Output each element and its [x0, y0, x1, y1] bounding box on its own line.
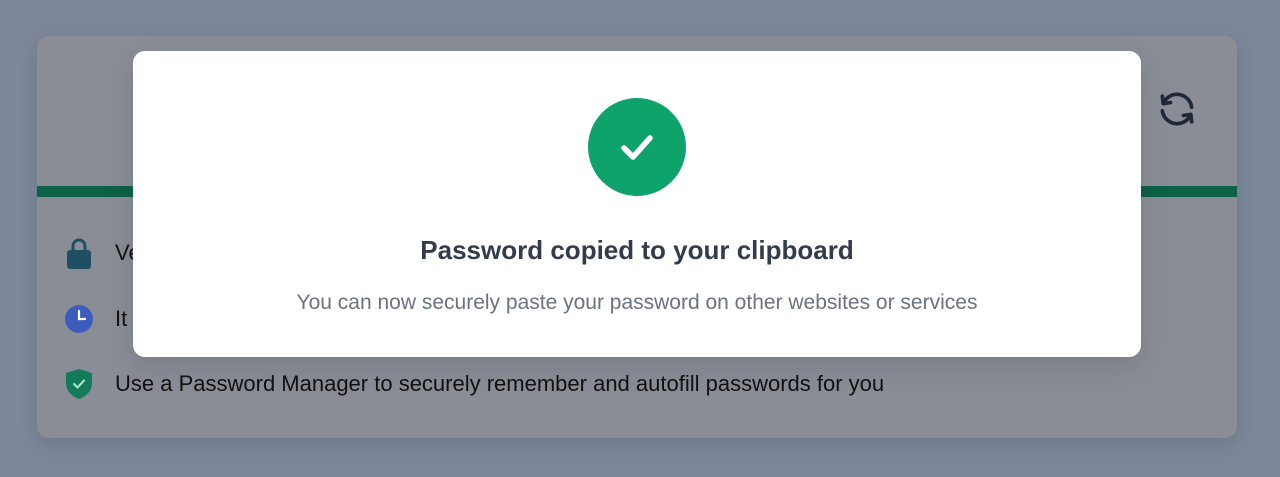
modal-subtitle: You can now securely paste your password… [296, 291, 978, 314]
tip-text: It [115, 306, 128, 331]
copied-confirmation-modal: Password copied to your clipboard You ca… [133, 51, 1141, 357]
clock-icon [61, 301, 97, 337]
tip-text: Use a Password Manager to securely remem… [115, 371, 885, 396]
check-circle-icon [588, 98, 686, 196]
lock-icon [61, 235, 97, 271]
shield-check-icon [61, 366, 97, 402]
tip-item-strength: Ve [61, 235, 141, 271]
tip-item-crack-time: It [61, 301, 127, 337]
modal-title: Password copied to your clipboard [420, 235, 854, 265]
tip-item-password-manager: Use a Password Manager to securely remem… [61, 366, 884, 402]
refresh-icon [1155, 87, 1199, 136]
regenerate-password-button[interactable] [1155, 89, 1199, 133]
